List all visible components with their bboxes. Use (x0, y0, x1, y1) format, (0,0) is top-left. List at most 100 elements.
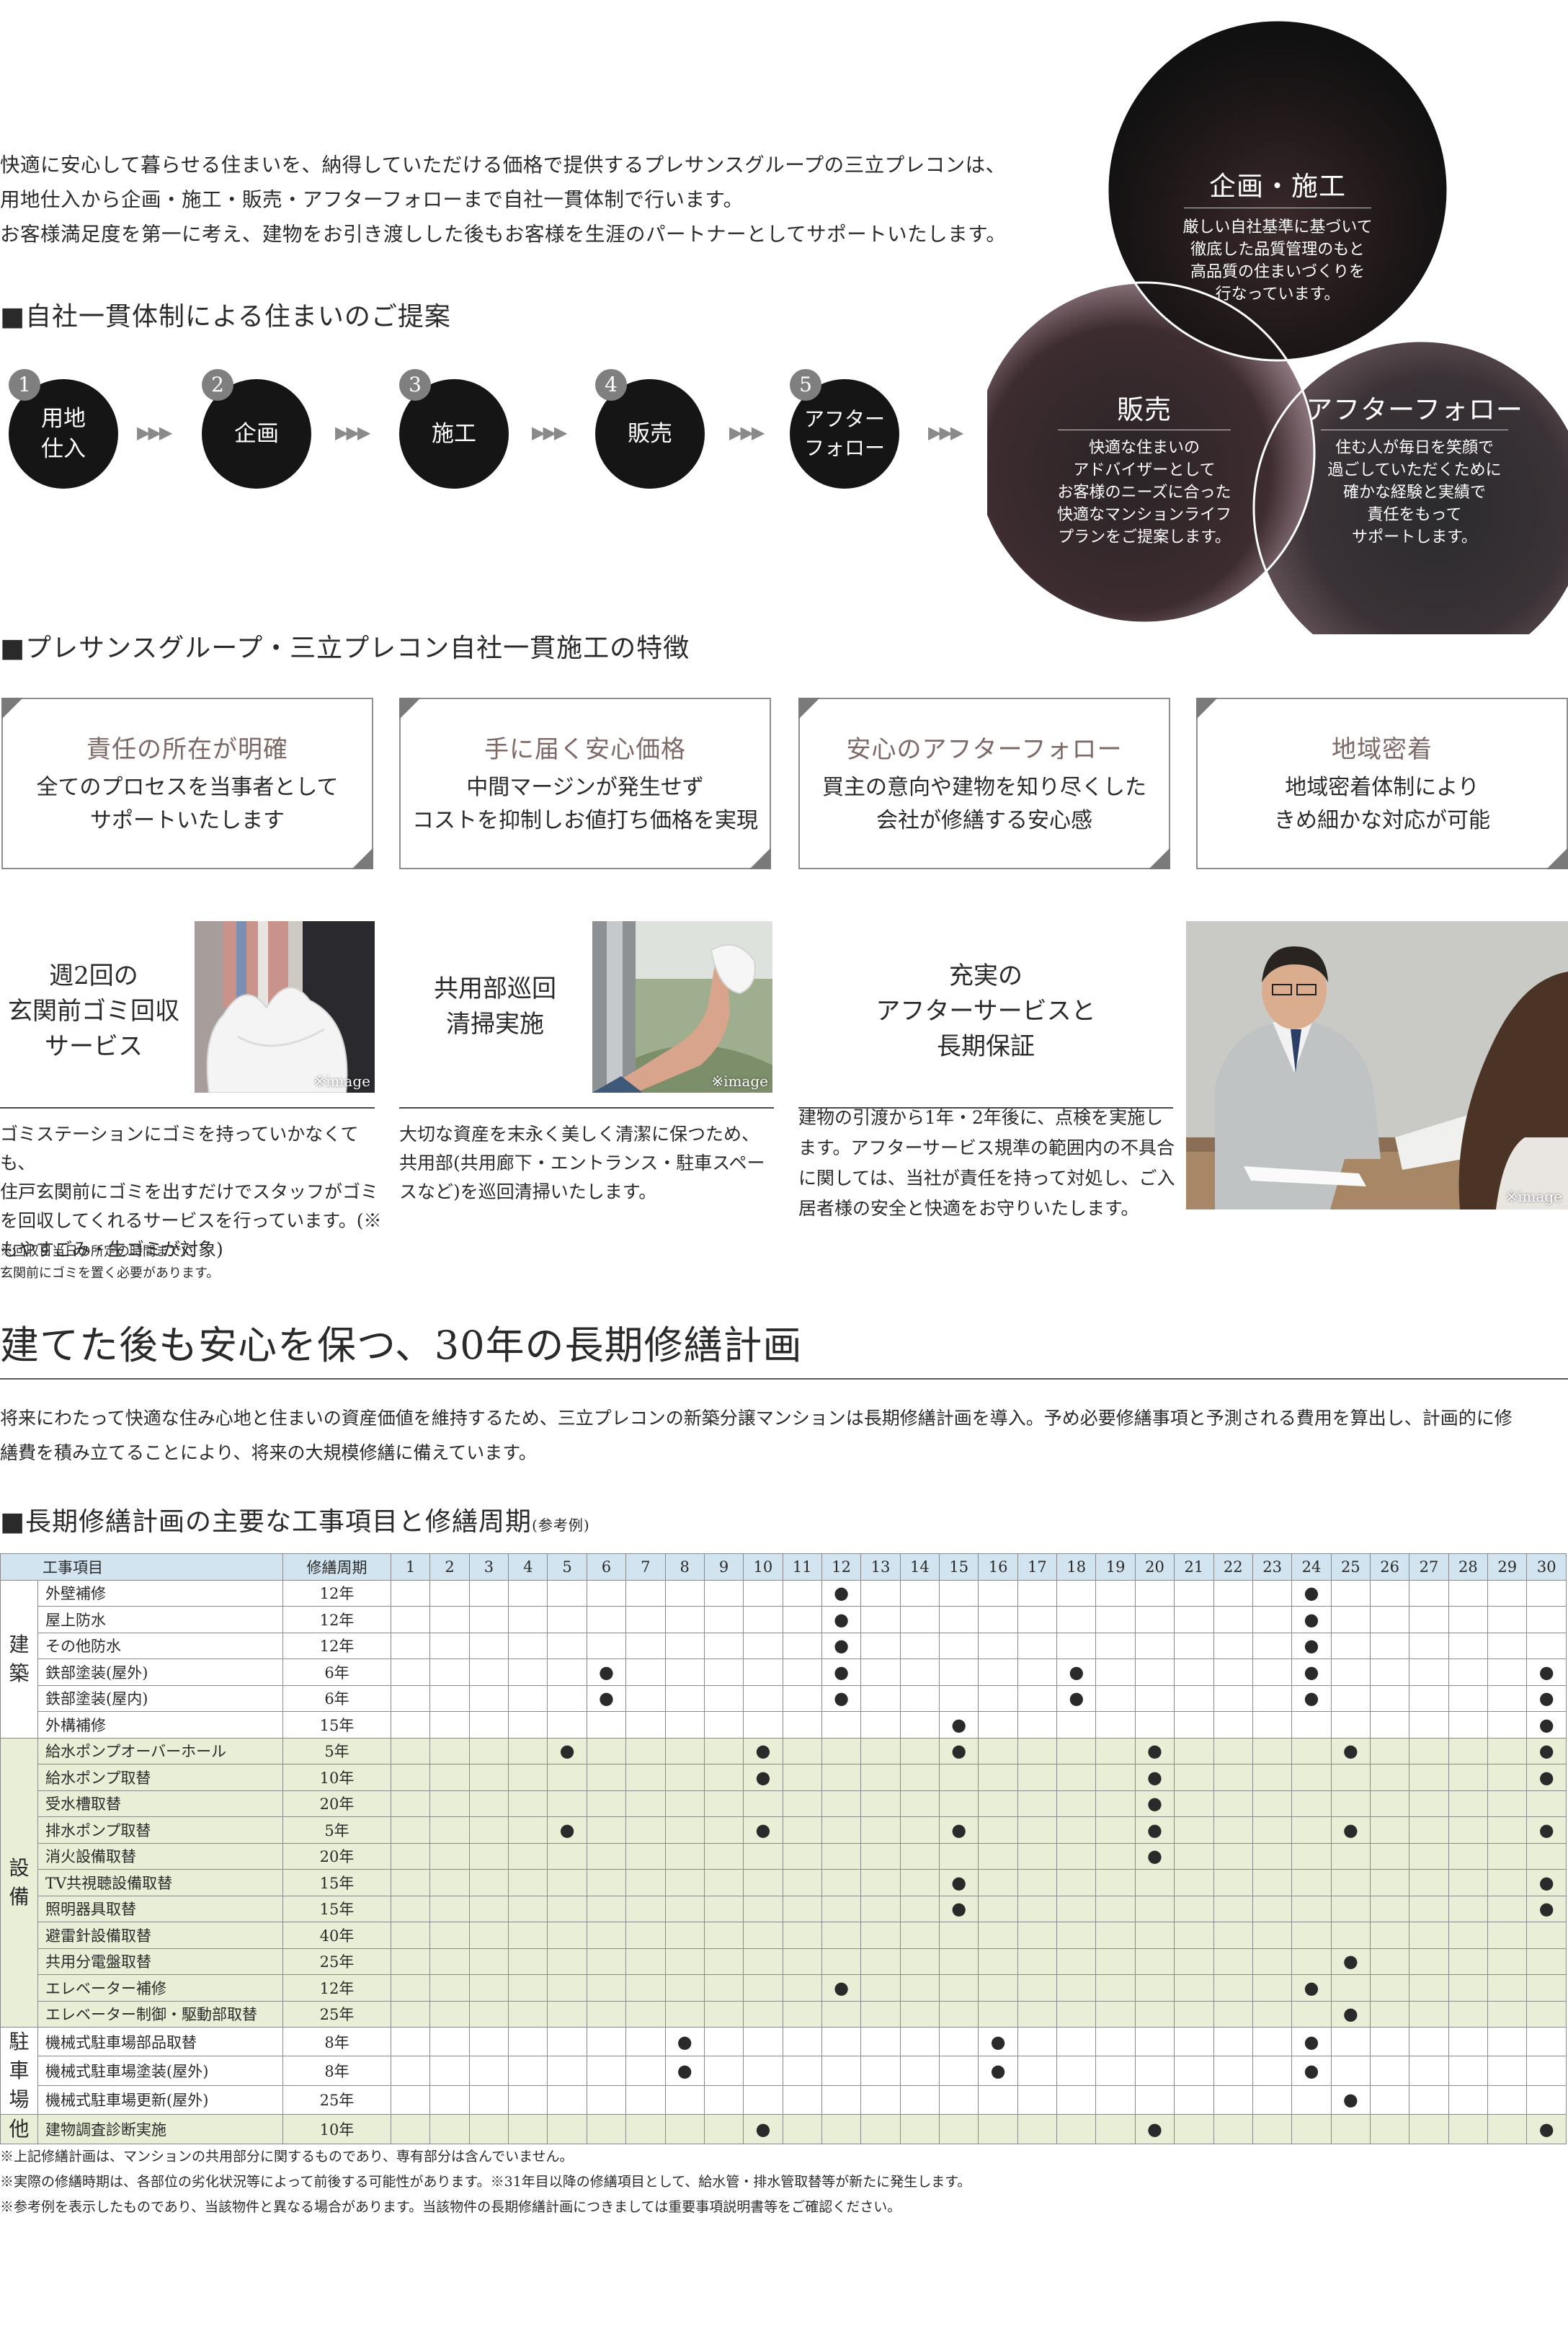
repair-mark: ● (755, 1767, 771, 1788)
year-cell (1369, 1711, 1410, 1739)
year-cell (860, 1684, 901, 1712)
feature-title: 地域密着 (1332, 735, 1433, 764)
year-cell (390, 2084, 431, 2115)
year-cell (586, 2026, 627, 2057)
year-cell (390, 1606, 431, 1633)
year-cell (1448, 1790, 1489, 1817)
feature-title: 安心のアフターフォロー (846, 735, 1123, 764)
cycle-cell: 20年 (282, 1842, 391, 1870)
year-cell (860, 1790, 901, 1817)
year-cell (703, 2000, 744, 2028)
year-cell (1017, 1711, 1058, 1739)
repair-mark: ● (1538, 2119, 1554, 2139)
year-cell (743, 2056, 783, 2086)
year-cell (1174, 2084, 1214, 2115)
year-cell: ● (1134, 1737, 1175, 1764)
year-cell (1487, 1974, 1528, 2002)
year-cell (1174, 1922, 1214, 1949)
year-cell (1213, 1579, 1253, 1607)
year-cell (547, 2026, 587, 2057)
year-cell (743, 1842, 783, 1870)
year-cell (664, 2000, 705, 2028)
year-cell (978, 1764, 1018, 1791)
repair-mark: ● (1538, 1899, 1554, 1919)
repair-mark: ● (1304, 1609, 1319, 1630)
year-cell (468, 1632, 509, 1659)
year-cell (703, 1737, 744, 1764)
divider (0, 1107, 375, 1109)
year-cell (1252, 1974, 1293, 2002)
year-cell (1526, 1922, 1567, 1949)
year-cell (860, 2026, 901, 2057)
year-cell (664, 1764, 705, 1791)
year-cell (743, 1922, 783, 1949)
year-cell: ● (1134, 1816, 1175, 1844)
year-cell (468, 1842, 509, 1870)
year-cell (468, 1711, 509, 1739)
year-cell (860, 1737, 901, 1764)
year-cell: ● (664, 2026, 705, 2057)
feature-card: 安心のアフターフォロー 買主の意向や建物を知り尽くした 会社が修繕する安心感 (798, 698, 1170, 869)
item-cell: 照明器具取替 (37, 1895, 283, 1922)
cycle-cell: 25年 (282, 2000, 391, 2028)
cycle-cell: 10年 (282, 1764, 391, 1791)
year-cell (429, 2084, 470, 2115)
year-cell (1330, 1632, 1371, 1659)
year-cell (1134, 1659, 1175, 1686)
year-cell (899, 1895, 940, 1922)
year-cell (1174, 1948, 1214, 1975)
year-cell (743, 2084, 783, 2115)
year-cell: ● (547, 1737, 587, 1764)
header-year: 20 (1134, 1553, 1175, 1581)
item-cell: 給水ポンプオーバーホール (37, 1737, 283, 1764)
year-cell (1526, 1579, 1567, 1607)
year-cell (1409, 2026, 1449, 2057)
year-cell (429, 1842, 470, 1870)
year-cell (1174, 1790, 1214, 1817)
year-cell (1134, 1606, 1175, 1633)
year-cell (429, 1737, 470, 1764)
year-cell (1409, 1922, 1449, 1949)
year-cell (1017, 1922, 1058, 1949)
year-cell (625, 1606, 666, 1633)
feature-title: 手に届く安心価格 (484, 735, 686, 764)
item-cell: 鉄部塗装(屋外) (37, 1659, 283, 1686)
year-cell (1134, 2056, 1175, 2086)
header-year: 2 (429, 1553, 470, 1581)
year-cell (1369, 1922, 1410, 1949)
step-label: 販売 (628, 421, 672, 447)
feature-text: 全てのプロセスを当事者として サポートいたします (36, 775, 339, 833)
year-cell (1409, 2114, 1449, 2144)
table-row: 給水ポンプ取替 10年 ● ● ● (1, 1764, 1567, 1791)
year-cell (508, 1764, 548, 1791)
year-cell (1291, 1764, 1332, 1791)
year-cell (1017, 1790, 1058, 1817)
year-cell: ● (1526, 1737, 1567, 1764)
year-cell (978, 2114, 1018, 2144)
plan-text: 将来にわたって快適な住み心地と住まいの資産価値を維持するため、三立プレコンの新築… (0, 1401, 1568, 1470)
cycle-cell: 40年 (282, 1922, 391, 1949)
year-cell: ● (1134, 1842, 1175, 1870)
year-cell (860, 1948, 901, 1975)
year-cell (1056, 1948, 1097, 1975)
venn-title-planning: 企画・施工 (1209, 171, 1346, 202)
year-cell (664, 1816, 705, 1844)
header-year: 22 (1213, 1553, 1253, 1581)
year-cell (899, 1579, 940, 1607)
year-cell (586, 1579, 627, 1607)
year-cell (586, 1606, 627, 1633)
table-row: 共用分電盤取替 25年 ● (1, 1948, 1567, 1975)
year-cell (1330, 1711, 1371, 1739)
year-cell (1487, 1816, 1528, 1844)
year-cell (1134, 1922, 1175, 1949)
year-cell (1056, 2056, 1097, 2086)
year-cell (1369, 1869, 1410, 1896)
year-cell (1213, 2056, 1253, 2086)
year-cell (899, 1711, 940, 1739)
year-cell (664, 1737, 705, 1764)
year-cell (1252, 2114, 1293, 2144)
year-cell (1056, 1606, 1097, 1633)
repair-mark: ● (834, 1977, 850, 1998)
year-cell (1526, 1948, 1567, 1975)
year-cell (1174, 2114, 1214, 2144)
